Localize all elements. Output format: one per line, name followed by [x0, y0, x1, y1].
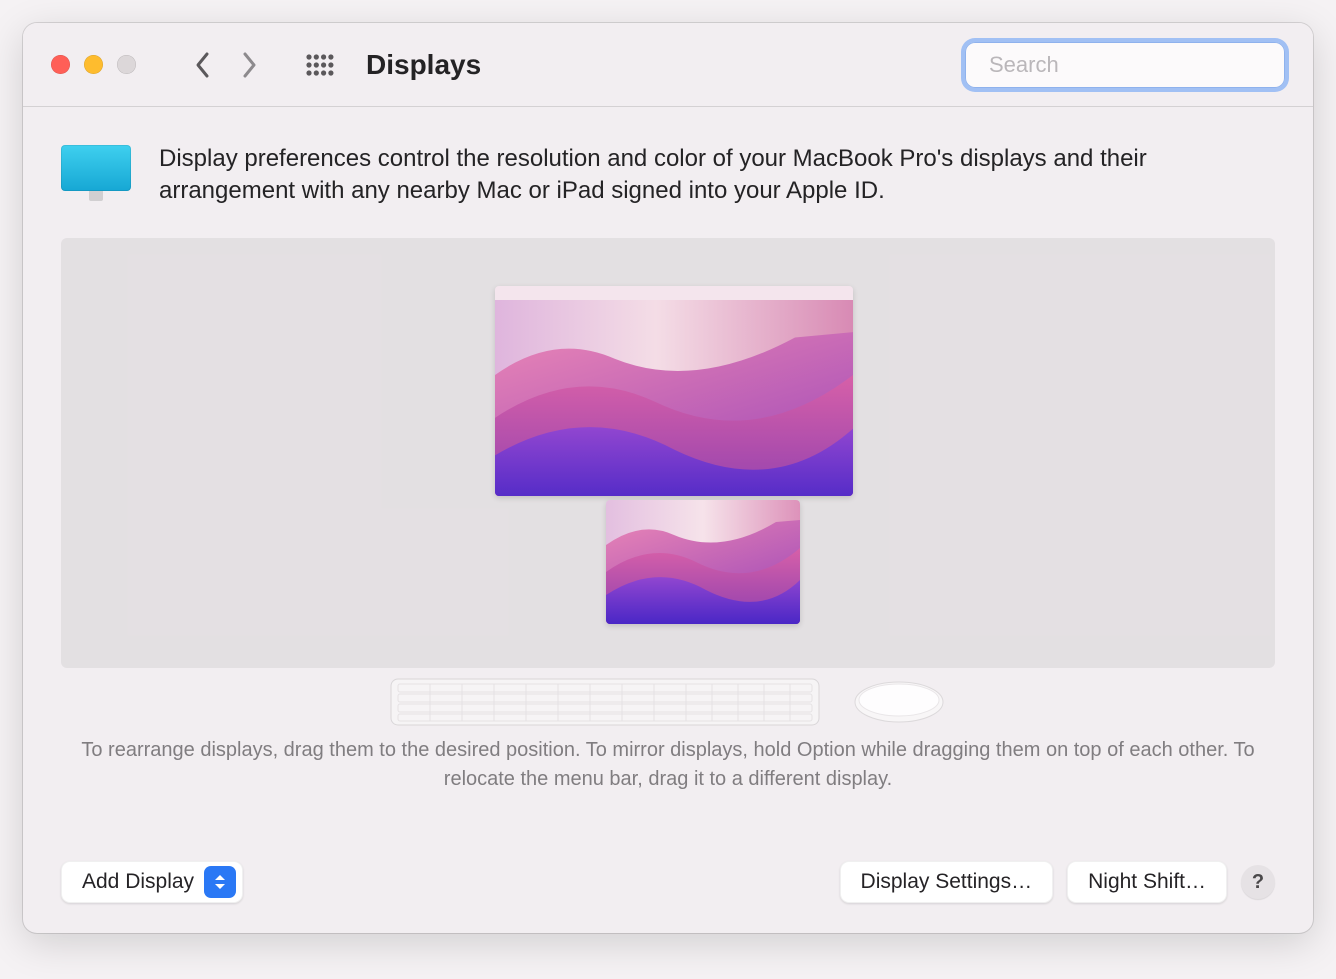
content-area: Display preferences control the resoluti… — [23, 107, 1313, 933]
wallpaper-preview — [495, 300, 853, 496]
back-button[interactable] — [186, 45, 220, 85]
intro-text: Display preferences control the resoluti… — [159, 143, 1275, 208]
night-shift-button[interactable]: Night Shift… — [1067, 861, 1227, 903]
chevron-right-icon — [240, 51, 258, 79]
chevron-down-icon — [214, 882, 226, 890]
builtin-display[interactable] — [606, 500, 800, 624]
window-title: Displays — [366, 49, 481, 81]
chevron-left-icon — [194, 51, 212, 79]
search-field[interactable] — [965, 42, 1285, 88]
menu-bar-indicator[interactable] — [495, 286, 853, 300]
search-input[interactable] — [989, 52, 1277, 78]
intro-row: Display preferences control the resoluti… — [61, 143, 1275, 208]
minimize-window-button[interactable] — [84, 55, 103, 74]
footer: Add Display Display Settings… Night Shif… — [61, 843, 1275, 903]
dropdown-indicator — [204, 866, 236, 898]
arrangement-hint-text: To rearrange displays, drag them to the … — [61, 736, 1275, 794]
forward-button[interactable] — [232, 45, 266, 85]
mouse-icon — [852, 680, 946, 724]
show-all-button[interactable] — [300, 45, 340, 85]
add-display-label: Add Display — [82, 870, 194, 894]
display-arrangement-area[interactable] — [61, 238, 1275, 668]
help-button[interactable]: ? — [1241, 865, 1275, 899]
add-display-button[interactable]: Add Display — [61, 861, 243, 903]
zoom-window-button[interactable] — [117, 55, 136, 74]
chevron-up-icon — [214, 874, 226, 882]
close-window-button[interactable] — [51, 55, 70, 74]
display-settings-button[interactable]: Display Settings… — [840, 861, 1054, 903]
toolbar: Displays — [23, 23, 1313, 107]
wallpaper-preview — [606, 500, 800, 624]
displays-preferences-window: Displays Display preferences control the… — [23, 23, 1313, 933]
keyboard-icon — [390, 678, 820, 726]
external-display[interactable] — [495, 286, 853, 496]
night-shift-label: Night Shift… — [1088, 870, 1206, 894]
display-icon — [61, 145, 131, 201]
display-settings-label: Display Settings… — [861, 870, 1033, 894]
peripherals-illustration — [61, 672, 1275, 732]
window-controls — [51, 55, 136, 74]
grid-icon — [306, 54, 334, 76]
